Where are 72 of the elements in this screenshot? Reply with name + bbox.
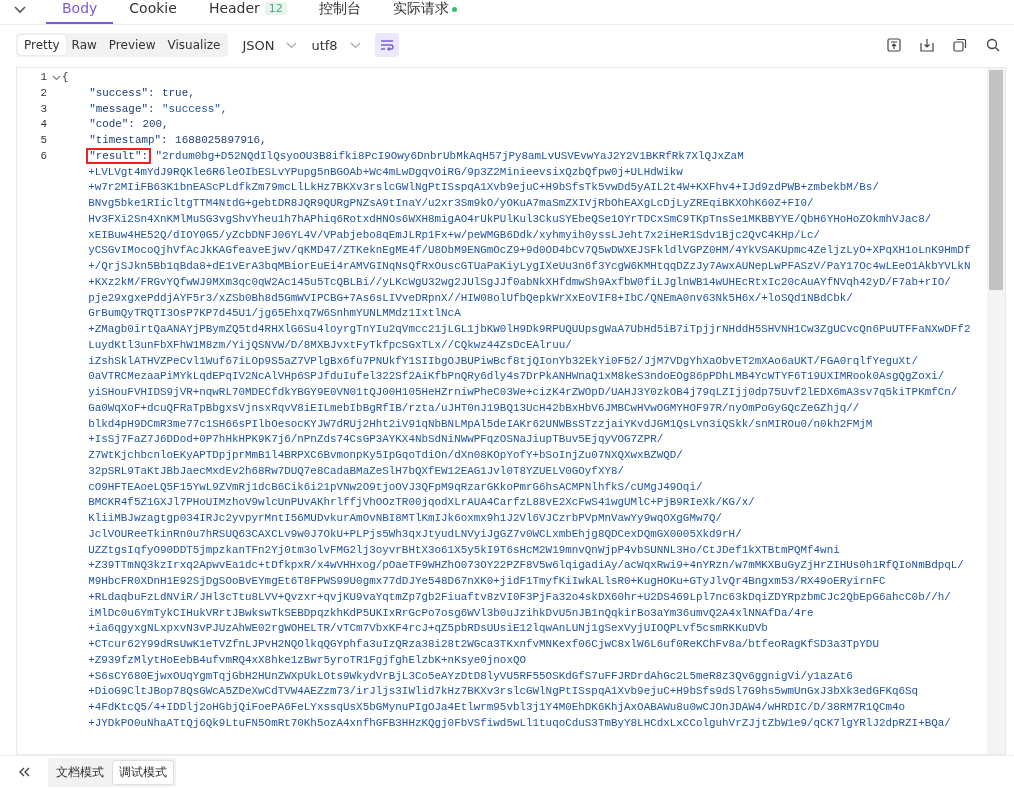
response-tab[interactable]: Cookie <box>113 0 193 24</box>
json-value: iZshSklATHVZPeCvl1Wuf67iLOp9S5aZ7VPlgBx6fu7PNUkfY1SIIbgOJBUPiwBcf8tjQIonYb32EkYi0F52/JjM7VDgYhXaObvET2mXAo6aUKT/FGA0rqlfYeguXt/ <box>88 353 920 369</box>
format-dropdown[interactable]: JSON <box>242 37 298 53</box>
response-tab[interactable]: Header 12 <box>192 0 303 24</box>
json-value: KliiMBJwzagtgp034IRJc2yvpyrMntI56MUDvkurAmOvNBI8MTlKmIJk6oxmx9h1J2Vl6VJCzrbPVpMnVawYy9wqOXgGMw7Q/ <box>88 511 724 526</box>
code-text: { <box>62 71 69 83</box>
json-value: +IsSj7FaZ7J6DDod+0P7hHkHPK9K7j6/nPnZds74CsGP3AYKX4NbSdNiNWwPFqzOSNaJiupTBuv5EjqyVOG7ZPR/ <box>88 432 665 448</box>
collapse-icon[interactable] <box>14 6 26 14</box>
fold-icon[interactable] <box>52 75 61 81</box>
json-value: +CTcur62Y99dRsUwK1eTVZfnLJPvH2NQOlkqQGYphfa3uIzQRza38i28t2WGca3TKxnfvMNKexf06CjwC8xlW6L6uf0ReKChFv8a/btfeoRagKfSD3a3TpYDU <box>88 637 880 652</box>
json-value: "2rdum0bg+D52NQdIlQsyoOU3B8ifki8PcI9Owy6DnbrUbMkAqH57jPy8amLvUSVEvwYaJ2Y2V1BKRfRk7XlQJxZaM <box>154 149 744 162</box>
view-mode-button[interactable]: Raw <box>65 35 103 55</box>
json-value: +JYDkPO0uNhaATtQj6Qk9LtuFN5OmRt70Kh5ozA4xnfhGFB3HHzKQgj0FbVSfiwd5wLl1tuqoCduS3TmByY8LHCdxLxCColguhVrZJjtZbW1e9/qCK7lgYRlJ2dpRZI+BQa/ <box>88 715 952 731</box>
json-value: JclVOUReeTkinRn0u7hRSUQ63CAXCLv9w0J7OkU+PLPjs5Wh3qxJtyudLNVyiJgGZ7v0WCLxmbEhjg8QDCexDQmGX0005Xkd9rH/ <box>88 526 743 542</box>
json-value: pje29xgxePddjAYF5r3/xZSb0Bh8d5GmWVIPCBG+7As6sLIVveDRpnX//HIW08olUfbQepkWrXxEoVIF8+IbC/QNEmA0nv63Nk5H6x/+loSQd1NBdCbk/ <box>88 290 854 306</box>
json-value: +RLdaqbuFzLdNViR/JHl3cTtu8LVV+Qvzxr+qvjKU9vaYqtmZp7gb2Fiuaftv8zVI0F3PjFa32o4skDX60hr+U2DS469Lpl7nc63kDqiZDYRpzbmCJc2QbEpG6ahcC0b//h/ <box>88 589 952 605</box>
view-mode-button[interactable]: Visualize <box>161 35 227 55</box>
json-value: LuydKtl3unFbXFhW1M8zm/YijQSNVW/D/8MXBJvxtFyTkfpcSGxTLx//CQkwz44ZsDcEAlruu/ <box>88 337 573 353</box>
json-value: true, <box>161 86 195 99</box>
double-chevron-icon[interactable] <box>18 767 30 777</box>
response-tab[interactable]: Body <box>46 0 114 24</box>
copy-icon[interactable] <box>953 38 967 52</box>
mode-button[interactable]: 调试模式 <box>112 759 174 785</box>
json-value: +KXz2kM/FRGvYQfwWJ9MXm3qc0qW2Ac145u5TcQBLBi//yLKcWgU32wg2JUlSgJJf0abNkXHfdmwSh9AxfbW0fiLJglnWB14wUHEcRtxIc20cAuAYfNVqh42yD/F7ab+rIO/ <box>88 274 952 290</box>
json-value: +w7r2MIiFB63K1bnEAScPLdfkZm79mcLlLkHz7BKXv3rslcGWlNgPtISspqA1Xvb9ejuC+H9bSfsTk5vwDd5yAIL2t4W+KXFhv4+IJd9zdPWB+zmbekbM/Bs/ <box>88 180 880 196</box>
json-value: 1688025897916, <box>174 134 267 146</box>
json-value: +/QrjSJkn5Bb1qBda8+dE1vErA3bqMBiorEuEi4rAMVGINqNsQfRxOuscGTUaPaKiyLygIXeUu3n6f3YcgW6KMHtqqDZzJy7AwxAUNepLwPFASzV/PaY17Oc4wLEeO1AkbYVLkN <box>88 259 972 274</box>
json-value: iMlDc0u6YmTykCIHukVRrtJBwkswTkSEBDpqzkhKdP5UKIxRrGcPo7osg6WVl3b0uJzihkDvU5nJB1nQqkirBo3aYm36umvQ2A4xlNNAfDa/4re <box>88 605 815 621</box>
line-number: 5 <box>40 133 47 148</box>
response-tab[interactable]: 实际请求 <box>376 0 473 26</box>
line-number: 2 <box>40 85 47 101</box>
json-value: M9HbcFR0XDnH1E92SjDgSOoBvEYmgEt6T8FPWS99U0gmx77dDJYe548D67nXK0+jidF1TmyfKiIwkALlsR0+KugHOKu+GTyJlvQr4Bngxm53/RX49oERyirnFC <box>88 574 887 589</box>
view-mode-button[interactable]: Preview <box>102 35 162 55</box>
view-mode-button[interactable]: Pretty <box>18 35 66 55</box>
response-tab[interactable]: 控制台 <box>302 0 377 26</box>
json-value: GrBumQyTRQTI3OsP7KP7d45U1/jg65Ehxq7W6SnhmYUNLMMdz1IxtlNcA <box>88 306 462 322</box>
json-value: yiSHouFVHIDS9jVR+nqwRL70MDECfdkYBGY9E0VN01tQJ00H105HeHZrniwPheC03We+cizK4rZWOpD/UAHJ3Y0zkOB4j79qLZIjj0dp75Uvf2lEDX6mA3sv7q5kiTPKmfCn/ <box>88 385 959 400</box>
caret-icon <box>286 41 298 49</box>
line-number: 3 <box>40 101 47 117</box>
json-value: +ZMagb0irtQaANAYjPBymZQ5td4RHXlG6Su4loyrgTnYIu2qVmcc21jLGL1jbKW0lH9Dk9RPUQUUpsgWaA7UbHd5iB7iTpjjrNHddH5SHVNH1Cw3ZgUCvcQn6PuUTFFaNXwDFf2 <box>88 322 972 337</box>
json-value: +Z939fzMlytHoEebB4ufvmRQ4xX8hke1zBwr5yroTR1FgjfghElzbK+nKsye0jnoxQO <box>88 652 527 668</box>
line-number: 1 <box>40 70 47 85</box>
json-value: 0aVTRCMezaaPiMYkLqdEPqIV2NcAlVHp6SPJfduIufel322Sf2AiKfbPnQRy6dly4s7DrPkANHWnaQ1xM8keS3ndoEOg86pPDhLMB4YcWTYF6T19UXIMRook0AsgQgZoxi/ <box>88 369 946 385</box>
encoding-dropdown[interactable]: utf8 <box>311 37 361 53</box>
json-value: Z7WtKjchbcnloEKyAPTDpjprMmB1l4BRPXC6BvmonpKy5IpGqoTdiOn/dXn08KOpYofY+bSoInjZu07NXQXwxBZWQD/ <box>88 448 684 463</box>
json-value: UZZtgsIqfyO90DDT5jmpzkanTFn2Yj0tm3olvFMG2lj3oyvrBHtX3o61X5y5kI9T6sHcM2W19mnvQnWjpP4vbSUNNL3Ho/CtJDef1kXTBtmPQMf4wni <box>88 542 841 558</box>
json-value: BMCKR4f5Z1GXJl7PHoUIMzhoV9wlcUnPUvAKhrlffjVhOOzTR00jqodXLrAUA4CarfzL88vE2XcFwS41wgUMlC+PjB9RIeXk/KG/x/ <box>88 495 756 511</box>
json-value: yCSGvIMocoQjhVfAcJkKAGfeaveEjwv/qKMD47/ZTKeknEgME4f/U8ObM9ENGmOcZ9+9d0OD4bCv7Q5wDWXEJSFkldlVGPZ0HM/4YkVSAKUpmc4ZeljzLyO+XPqXH1oLnK9HmDf <box>88 243 972 259</box>
json-value: +DioG9CltJBop78QsGWcA5ZDeXwCdTVW4AEZzm73/irJljs3IWlid7kHz7BKXv3rslcGWlNgPtISspqA1Xvb9ejuC+H9bSfs9dSl7G9hs5wmUnGxJ3bXk3edGFKq6Sq <box>88 684 920 700</box>
json-value: +4FdKtcQ5/4+IDDlj2oHGbjQiFoePA6FeLYxssqUsX5bGMynuPIgOJa4Etlwrm95vbl3j1Y4M0EhDK6KhjAxOABAWu8u0wCJOnJDAW4/wHRDIC/D/38RM7R1QCm4o <box>88 700 907 715</box>
json-value: cO9HFTEAoeLQ5F15YwL9ZVmRj1dcB6Cik6i21pVNw2O9tjoOVJ3QFpM9qRzarGKkoPmrG6hsACMPNlhfkS/cUMgJ49Oqi/ <box>88 479 704 495</box>
line-number: 6 <box>40 148 47 164</box>
caret-icon <box>349 41 361 49</box>
json-value: 32pSRL9TaKtJBbJaecMxdEv2h68Rw7DUQ7e8CadaBMaZeSlH7bQXfEW12EAG1Jvl0T8YZUELV0GOyfXY8/ <box>88 463 626 479</box>
json-value: +S6sCY680EjwxOUqYgmTqjGbH2HUnZWXpUkLOts9WkydVrBjL3Co5eAYzDtD8lyVU5RF55OSKdGfS7uFFJRDrdAhGc2L5meR8z3Qv6ggnigVi/y1azAt6 <box>88 668 854 684</box>
mode-button[interactable]: 文档模式 <box>50 759 110 785</box>
json-value: +Z39TTmNQ3kzIrxq2ApwvEa1dc+tDfkpxR/x4wVHHxog/pOaeTF9WHZhO073OY22PZF8V5w6lqigadiAy/acWqxRwi9+4nYRzn/w7mMKXBuGyZjHrZIHUs0h1RfQIoNmBdpqL/ <box>88 558 965 574</box>
json-value: +LVLVgt4mYdJ9RQKle6R6leOIbESLvYPupg5nBGOAb+Wc4mLwDgqvOiRG/9p3Z2MinieevsixQzbQfpw0j+ULHdWikw <box>88 164 684 180</box>
json-value: blkd4pH9DCmR3me77c1SH66sPIlbOesocKYJW7dRUj2Hht2iV91qNbBNLMpAl5deIAKr62UNWBsSTzzjaiYKvdJGM1QsLvn3iQSkk/snMIROu0/n0kh2FMjM <box>88 416 874 432</box>
download-icon[interactable] <box>920 38 934 52</box>
json-value: 200, <box>141 118 169 131</box>
scroll-top-icon[interactable] <box>887 38 901 52</box>
scrollbar[interactable] <box>987 68 1005 754</box>
json-value: BNvg5bke1RIicltgTTM4NtdG+gebtDR8JQR9QURgPNZsA9tInaY/u2xr3Sm9kO/yOKuA7maSmZXIVjRbOhEAXgLcDjLyZREqiBKXOhK60Z+FI0/ <box>88 196 815 211</box>
json-value: "success", <box>161 102 228 115</box>
json-value: xEIBuw4HE52Q/dIOY0G5/yZcbDNFJ06YL4V/VPabjebo8qEmJLRp1Fx+w/peWMGB6Ddk/xyhmyih0yssLJeht7x2iHeR1Sdv1Bjc2QvC4KHp/Lc/ <box>88 227 822 243</box>
json-value: Hv3FXi2Sn4XnKMlMuSG3vgShvYheu1h7hAPhiq6RotxdHNOs6WXH8migAO4rUkPUlKul3CkuSYEbeQSe1OYrTDCxSmC9TKpTnsSe1MKBBYYE/QbH6YHoHoZOkmhVJac8/ <box>88 211 933 227</box>
wrap-lines-icon[interactable] <box>374 33 399 57</box>
search-icon[interactable] <box>986 38 1000 52</box>
json-value: Ga0WqXoF+dcuQFRaTpBbgxsVjnsxRqvV8iEILmebIbBgRfIB/rzta/uJHT0nJ19BQ13UcH42bBxHbV6JMBCwHVwOGMYHOF97R/nyOmPoGyGQcZeGZhjq// <box>88 400 861 416</box>
json-value: +ia6qgyxgNLxpxvN3vPJUzAhWE02rgWOHELTR/vTCm7VbxKF4rcJ+qZ5pbRDsUUsiE12lqwAnLUNj1gSexVyjUIOQPLvf5csmRKKuDVb <box>88 621 769 637</box>
line-number: 4 <box>40 117 47 133</box>
